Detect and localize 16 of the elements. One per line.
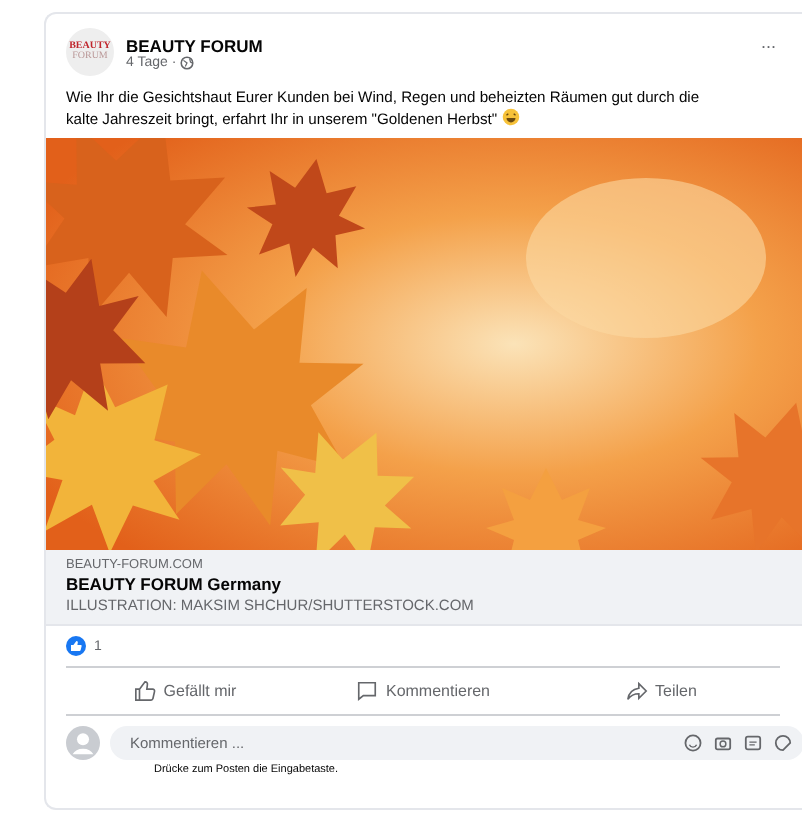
more-menu[interactable]: ...: [760, 32, 776, 52]
globe-icon: [180, 55, 195, 69]
smiley-icon[interactable]: [684, 734, 702, 752]
like-button[interactable]: Gefällt mir: [66, 674, 304, 708]
share-arrow-icon: [625, 680, 648, 702]
thumbs-up-icon: [133, 680, 156, 702]
camera-icon[interactable]: [714, 734, 732, 752]
gif-icon[interactable]: [744, 734, 762, 752]
link-title: BEAUTY FORUM Germany: [66, 574, 284, 594]
like-reaction-icon[interactable]: [66, 636, 86, 656]
comment-button[interactable]: Kommentieren: [304, 674, 542, 708]
author-name[interactable]: BEAUTY FORUM: [126, 35, 749, 55]
speech-bubble-icon: [355, 680, 378, 702]
share-button[interactable]: Teilen: [542, 674, 780, 708]
laughing-emoji-icon: [501, 108, 520, 126]
avatar-icon: [66, 726, 100, 760]
